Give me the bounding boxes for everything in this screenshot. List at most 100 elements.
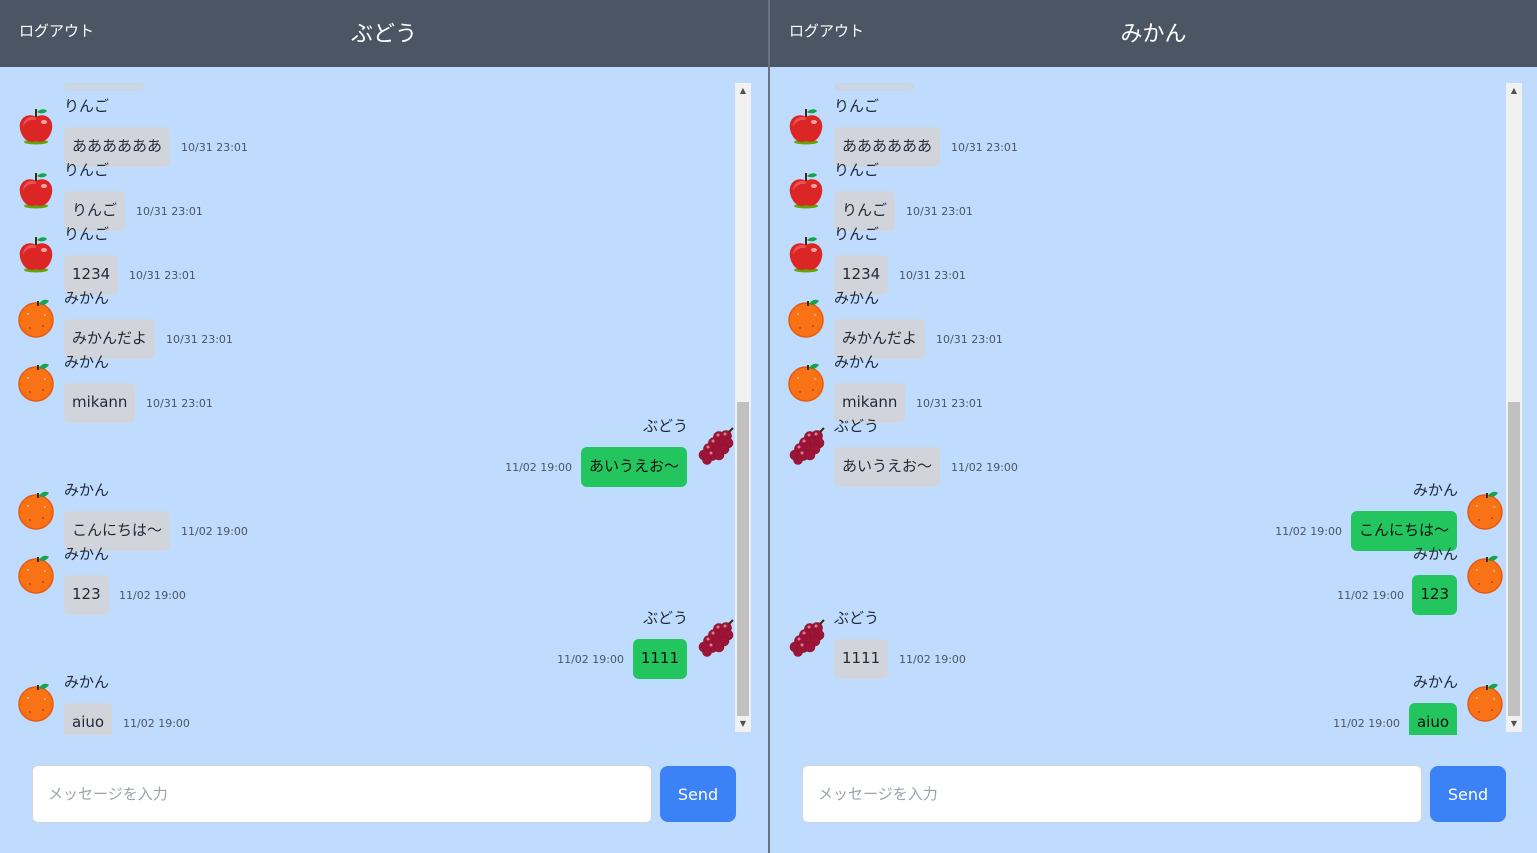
apple-icon [786, 234, 826, 274]
message-row: りんご ああああああ 10/31 23:01 [770, 97, 1505, 167]
message-row: みかん mikann 10/31 23:01 [0, 353, 735, 423]
send-button[interactable]: Send [1430, 766, 1506, 822]
sender-name: ぶどう [642, 609, 688, 627]
orange-icon [16, 554, 56, 594]
orange-icon [786, 362, 826, 402]
orange-icon [786, 298, 826, 338]
grape-icon [786, 426, 826, 466]
timestamp: 11/02 19:00 [123, 717, 190, 730]
grape-icon [695, 426, 735, 466]
message-input[interactable] [33, 766, 651, 822]
timestamp: 11/02 19:00 [899, 653, 966, 666]
timestamp: 11/02 19:00 [181, 525, 248, 538]
scroll-up-arrow-icon[interactable]: ▲ [735, 83, 751, 99]
apple-icon [16, 106, 56, 146]
sender-name: みかん [64, 353, 110, 371]
message-row: りんご 1234 10/31 23:01 [0, 225, 735, 295]
sender-name: りんご [64, 161, 110, 179]
message-row: みかん 123 11/02 19:00 [770, 545, 1505, 615]
scrollbar-thumb[interactable] [737, 402, 749, 716]
sender-name: みかん [1412, 545, 1458, 563]
scroll-down-arrow-icon[interactable]: ▼ [735, 716, 751, 732]
timestamp: 10/31 23:01 [136, 205, 203, 218]
message-input[interactable] [803, 766, 1421, 822]
sender-name: ぶどう [834, 609, 880, 627]
scroll-up-arrow-icon[interactable]: ▲ [1506, 83, 1522, 99]
message-row: りんご ああああああ 10/31 23:01 [0, 97, 735, 167]
timestamp: 11/02 19:00 [505, 461, 572, 474]
sender-name: みかん [64, 289, 110, 307]
apple-icon [786, 170, 826, 210]
grape-icon [695, 618, 735, 658]
apple-icon [16, 234, 56, 274]
message-list[interactable]: りんご ああああああ 10/31 23:01 りんご りんご 10/31 23:01 りんご… [0, 67, 735, 735]
apple-icon [16, 170, 56, 210]
message-input-wrapper [32, 765, 652, 823]
timestamp: 10/31 23:01 [166, 333, 233, 346]
timestamp: 10/31 23:01 [936, 333, 1003, 346]
orange-icon [16, 682, 56, 722]
sender-name: りんご [64, 97, 110, 115]
sender-name: みかん [64, 673, 110, 691]
orange-icon [1465, 490, 1505, 530]
timestamp: 11/02 19:00 [951, 461, 1018, 474]
message-row: りんご りんご 10/31 23:01 [770, 161, 1505, 231]
sender-name: みかん [64, 481, 110, 499]
sender-name: ぶどう [642, 417, 688, 435]
orange-icon [1465, 554, 1505, 594]
timestamp: 10/31 23:01 [181, 141, 248, 154]
orange-icon [1465, 682, 1505, 722]
page-title: みかん [1120, 22, 1187, 47]
message-row: りんご 1234 10/31 23:01 [770, 225, 1505, 295]
timestamp: 10/31 23:01 [906, 205, 973, 218]
timestamp: 10/31 23:01 [129, 269, 196, 282]
message-row: みかん みかんだよ 10/31 23:01 [770, 289, 1505, 359]
message-row: ぶどう あいうえお〜 11/02 19:00 [0, 417, 735, 487]
sender-name: りんご [64, 225, 110, 243]
apple-icon [786, 106, 826, 146]
header: ログアウト ぶどう [0, 0, 768, 67]
scroll-down-arrow-icon[interactable]: ▼ [1506, 716, 1522, 732]
scrollbar[interactable]: ▲ ▼ [1506, 83, 1522, 732]
sender-name: みかん [64, 545, 110, 563]
sender-name: りんご [834, 225, 880, 243]
sender-name: みかん [834, 353, 880, 371]
message-row: みかん こんにちは〜 11/02 19:00 [770, 481, 1505, 551]
message-row: みかん みかんだよ 10/31 23:01 [0, 289, 735, 359]
send-button[interactable]: Send [660, 766, 736, 822]
message-bubble: aiuo [1408, 703, 1457, 735]
message-input-wrapper [802, 765, 1422, 823]
orange-icon [16, 490, 56, 530]
message-bubble: aiuo [64, 703, 113, 735]
page-title: ぶどう [350, 22, 417, 47]
chat-pane-right: ログアウト みかん りんご ああああああ 10/31 23:01 りんご りんご 10/3… [770, 0, 1537, 853]
sender-name: みかん [1412, 481, 1458, 499]
sender-name: みかん [834, 289, 880, 307]
timestamp: 10/31 23:01 [951, 141, 1018, 154]
message-list[interactable]: りんご ああああああ 10/31 23:01 りんご りんご 10/31 23:01 りんご… [770, 67, 1505, 735]
message-row: みかん こんにちは〜 11/02 19:00 [0, 481, 735, 551]
partial-message [64, 83, 144, 91]
message-row: ぶどう 1111 11/02 19:00 [770, 609, 1505, 679]
sender-name: みかん [1412, 673, 1458, 691]
timestamp: 10/31 23:01 [899, 269, 966, 282]
header: ログアウト みかん [770, 0, 1537, 67]
message-row: ぶどう 1111 11/02 19:00 [0, 609, 735, 679]
scrollbar[interactable]: ▲ ▼ [735, 83, 751, 732]
timestamp: 11/02 19:00 [1333, 717, 1400, 730]
sender-name: りんご [834, 161, 880, 179]
chat-pane-left: ログアウト ぶどう りんご ああああああ 10/31 23:01 りんご りんご 10/3… [0, 0, 768, 853]
sender-name: りんご [834, 97, 880, 115]
timestamp: 11/02 19:00 [557, 653, 624, 666]
orange-icon [16, 298, 56, 338]
timestamp: 10/31 23:01 [146, 397, 213, 410]
message-row: みかん 123 11/02 19:00 [0, 545, 735, 615]
timestamp: 11/02 19:00 [119, 589, 186, 602]
orange-icon [16, 362, 56, 402]
scrollbar-thumb[interactable] [1508, 402, 1520, 716]
message-row: みかん aiuo 11/02 19:00 [0, 673, 735, 735]
grape-icon [786, 618, 826, 658]
timestamp: 10/31 23:01 [916, 397, 983, 410]
message-row: ぶどう あいうえお〜 11/02 19:00 [770, 417, 1505, 487]
message-row: みかん aiuo 11/02 19:00 [770, 673, 1505, 735]
